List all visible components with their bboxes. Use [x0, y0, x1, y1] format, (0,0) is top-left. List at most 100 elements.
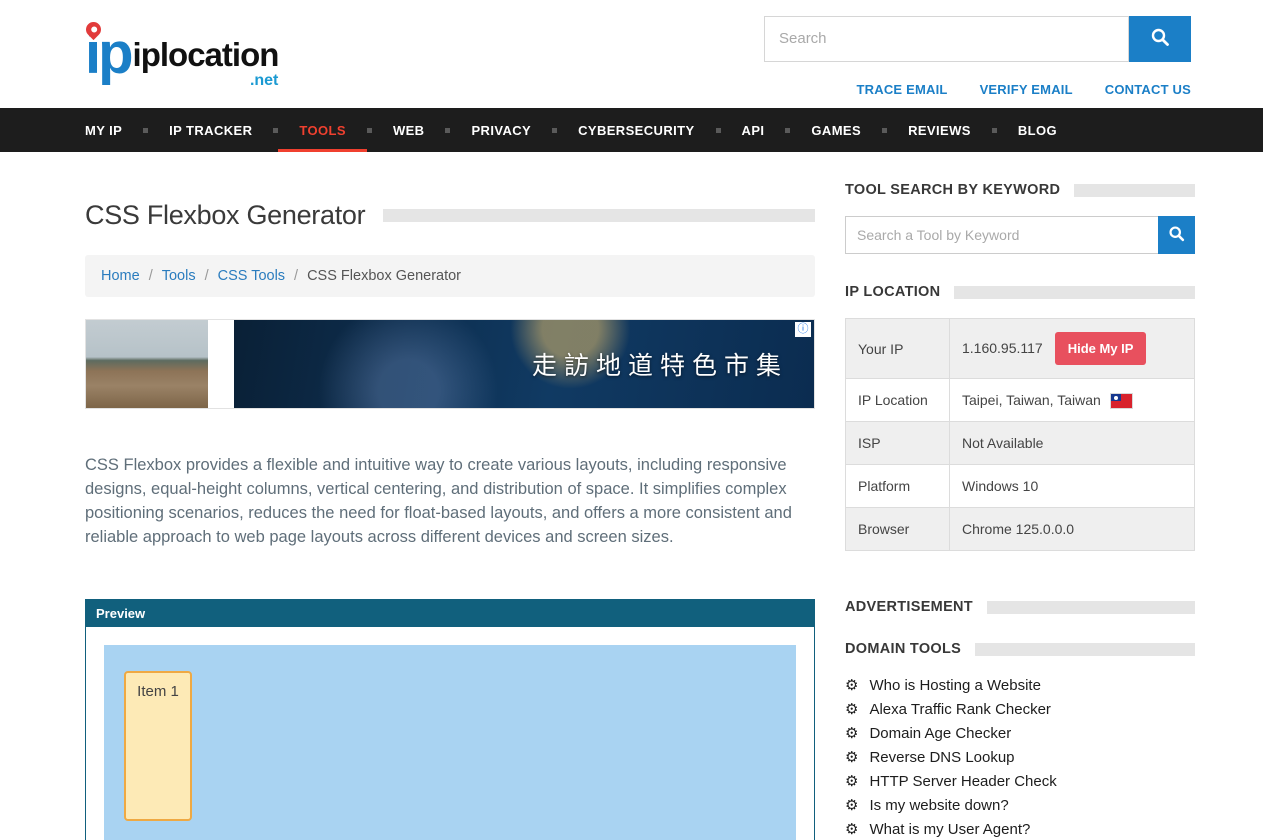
nav-item-reviews[interactable]: REVIEWS: [887, 108, 992, 152]
ad-info-icon[interactable]: ⓘ: [795, 322, 811, 337]
nav-item-tools[interactable]: TOOLS: [278, 108, 367, 152]
row-value: Not Available: [962, 435, 1043, 451]
domain-tools-heading-row: DOMAIN TOOLS: [845, 641, 1195, 657]
tool-search-button[interactable]: [1158, 216, 1195, 254]
table-row: IP LocationTaipei, Taiwan, Taiwan: [846, 379, 1195, 422]
nav-item-api[interactable]: API: [721, 108, 786, 152]
header-right: TRACE EMAIL VERIFY EMAIL CONTACT US: [764, 12, 1191, 97]
page: ip iplocation .net TRACE EMAIL VERIFY EMA…: [0, 0, 1263, 840]
title-decorative-bar: [383, 209, 815, 222]
nav-item-privacy[interactable]: PRIVACY: [450, 108, 552, 152]
flag-canton: [1111, 394, 1122, 401]
title-row: CSS Flexbox Generator: [85, 200, 815, 231]
domain-tool-link[interactable]: HTTP Server Header Check: [869, 773, 1056, 790]
row-value: Taipei, Taiwan, Taiwan: [962, 392, 1101, 408]
row-value-cell: 1.160.95.117Hide My IP: [950, 319, 1195, 379]
header-link-contact-us[interactable]: CONTACT US: [1105, 82, 1191, 97]
heading-decorative-bar: [975, 643, 1195, 656]
tool-search: [845, 216, 1195, 254]
taiwan-flag-icon: [1111, 394, 1132, 408]
table-row: Platform Windows 10: [846, 465, 1195, 508]
ad-banner[interactable]: 走訪地道特色市集 ⓘ: [85, 319, 815, 409]
domain-tools-list: ⚙Who is Hosting a Website⚙Alexa Traffic …: [845, 673, 1195, 840]
hide-my-ip-button[interactable]: Hide My IP: [1055, 332, 1147, 365]
list-item: ⚙Alexa Traffic Rank Checker: [845, 697, 1195, 721]
domain-tool-link[interactable]: Who is Hosting a Website: [869, 677, 1040, 694]
gear-icon: ⚙: [845, 726, 858, 741]
page-title: CSS Flexbox Generator: [85, 200, 365, 231]
list-item: ⚙ Reverse DNS Lookup: [845, 745, 1195, 769]
header-link-verify-email[interactable]: VERIFY EMAIL: [980, 82, 1073, 97]
row-label: Platform: [846, 465, 950, 508]
ad-headline: 走訪地道特色市集: [532, 346, 788, 382]
ad-gap: [208, 320, 234, 408]
breadcrumb-item[interactable]: Tools: [162, 268, 196, 284]
nav-item-my-ip[interactable]: MY IP: [85, 108, 143, 152]
nav-item-blog[interactable]: BLOG: [997, 108, 1078, 152]
sidebar: TOOL SEARCH BY KEYWORD IP LOCATION Your …: [845, 182, 1195, 840]
tool-search-heading-row: TOOL SEARCH BY KEYWORD: [845, 182, 1195, 198]
ip-location-heading-row: IP LOCATION: [845, 284, 1195, 300]
site-logo[interactable]: ip iplocation .net: [85, 28, 278, 80]
flex-container-preview: Item 1: [104, 645, 796, 840]
domain-tool-link[interactable]: Is my website down?: [869, 797, 1008, 814]
row-value: Windows 10: [962, 478, 1038, 494]
site-search: [764, 16, 1191, 62]
gear-icon: ⚙: [845, 750, 858, 765]
flex-item: Item 1: [124, 671, 192, 821]
list-item: ⚙ Who is Hosting a Website: [845, 673, 1195, 697]
table-row: Your IP1.160.95.117Hide My IP: [846, 319, 1195, 379]
list-item: ⚙ What is my User Agent?: [845, 817, 1195, 840]
domain-tool-link[interactable]: Alexa Traffic Rank Checker: [869, 701, 1050, 718]
domain-tool-link[interactable]: Reverse DNS Lookup: [869, 749, 1014, 766]
nav-item-web[interactable]: WEB: [372, 108, 446, 152]
breadcrumb: Home/Tools/CSS Tools/CSS Flexbox Generat…: [85, 255, 815, 297]
list-item: ⚙ Is my website down?: [845, 793, 1195, 817]
nav-item-games[interactable]: GAMES: [790, 108, 882, 152]
header-link-trace-email[interactable]: TRACE EMAIL: [857, 82, 948, 97]
domain-tools-heading: DOMAIN TOOLS: [845, 641, 961, 657]
nav-item-cybersecurity[interactable]: CYBERSECURITY: [557, 108, 715, 152]
nav-item-ip-tracker[interactable]: IP TRACKER: [148, 108, 273, 152]
domain-tool-link[interactable]: What is my User Agent?: [869, 821, 1030, 838]
row-label: Browser: [846, 508, 950, 551]
row-value-cell: Chrome 125.0.0.0: [950, 508, 1195, 551]
breadcrumb-separator: /: [294, 268, 298, 284]
logo-tld: .net: [250, 72, 278, 90]
top-header: ip iplocation .net TRACE EMAIL VERIFY EMA…: [0, 0, 1263, 108]
main-nav-list: MY IPIP TRACKERTOOLSWEBPRIVACYCYBERSECUR…: [85, 108, 1078, 152]
table-row: Browser Chrome 125.0.0.0: [846, 508, 1195, 551]
row-value-cell: Taipei, Taiwan, Taiwan: [950, 379, 1195, 422]
row-value-cell: Not Available: [950, 422, 1195, 465]
row-value-cell: Windows 10: [950, 465, 1195, 508]
heading-decorative-bar: [987, 601, 1195, 614]
list-item: ⚙ Domain Age Checker: [845, 721, 1195, 745]
heading-decorative-bar: [1074, 184, 1195, 197]
breadcrumb-item: CSS Flexbox Generator: [307, 268, 461, 284]
row-value: Chrome 125.0.0.0: [962, 521, 1074, 537]
domain-tool-link[interactable]: Domain Age Checker: [869, 725, 1011, 742]
heading-decorative-bar: [954, 286, 1195, 299]
breadcrumb-item[interactable]: CSS Tools: [218, 268, 285, 284]
header-links: TRACE EMAIL VERIFY EMAIL CONTACT US: [764, 82, 1191, 97]
ad-photo-left: [86, 320, 208, 408]
gear-icon: ⚙: [845, 798, 858, 813]
ip-location-table-body: Your IP1.160.95.117Hide My IPIP Location…: [846, 319, 1195, 551]
main-column: CSS Flexbox Generator Home / Tools / CSS Too…: [85, 182, 815, 840]
breadcrumb-item[interactable]: Home: [101, 268, 140, 284]
advertisement-heading-row: ADVERTISEMENT: [845, 599, 1195, 615]
breadcrumb-separator: /: [149, 268, 153, 284]
gear-icon: ⚙: [845, 822, 858, 837]
site-search-input[interactable]: [764, 16, 1129, 62]
gear-icon: ⚙: [845, 678, 858, 693]
row-label: ISP: [846, 422, 950, 465]
preview-body: Item 1: [86, 627, 814, 840]
preview-header: Preview: [86, 600, 814, 627]
site-search-button[interactable]: [1129, 16, 1191, 62]
content: CSS Flexbox Generator Home / Tools / CSS Too…: [0, 152, 1263, 840]
row-label: Your IP: [846, 319, 950, 379]
search-icon: [1168, 225, 1185, 245]
gear-icon: ⚙: [845, 774, 858, 789]
preview-box: Preview Item 1: [85, 599, 815, 840]
tool-search-input[interactable]: [845, 216, 1158, 254]
